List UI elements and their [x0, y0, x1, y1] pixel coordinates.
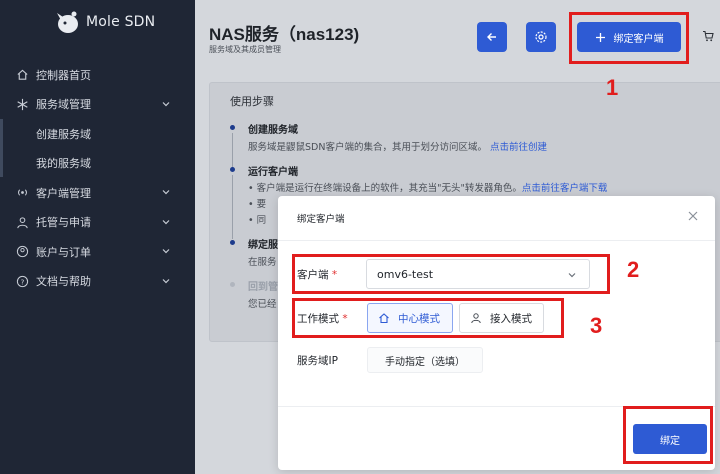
sidebar-item-label: 控制器首页 — [36, 68, 91, 82]
step-desc-text: 服务域是鼹鼠SDN客户端的集合，其用于划分访问区域。 — [248, 142, 487, 153]
chevron-down-icon — [162, 278, 170, 283]
step-desc: 服务域是鼹鼠SDN客户端的集合，其用于划分访问区域。 点击前往创建 — [248, 139, 607, 153]
sidebar-item-label: 托管与申请 — [36, 216, 91, 230]
ip-label: 服务域IP — [297, 355, 338, 367]
snowflake-icon — [17, 98, 28, 110]
annotation-box-1 — [569, 12, 689, 64]
step-item: 创建服务域 服务域是鼹鼠SDN客户端的集合，其用于划分访问区域。 点击前往创建 — [230, 121, 607, 169]
step-desc-text: 客户端是运行在终端设备上的软件，其充当"无头"转发器角色。 — [256, 183, 522, 194]
sidebar-item-label: 账户与订单 — [36, 245, 91, 259]
back-button[interactable] — [477, 22, 507, 52]
chevron-down-icon — [162, 219, 170, 224]
usage-title: 使用步骤 — [230, 95, 274, 108]
sidebar-item-create-domain[interactable]: 创建服务域 — [0, 119, 195, 149]
question-icon: ? — [16, 275, 29, 287]
close-icon[interactable] — [687, 210, 699, 222]
step-dot — [230, 240, 235, 245]
annotation-number-2: 2 — [627, 257, 640, 282]
chevron-down-icon — [162, 190, 170, 195]
step-dot — [230, 167, 235, 172]
sidebar-item-label: 客户端管理 — [36, 186, 91, 200]
sidebar-item-domain-management[interactable]: 服务域管理 — [0, 90, 195, 120]
chevron-down-icon — [162, 249, 170, 254]
step-title: 创建服务域 — [248, 125, 298, 136]
step-dot — [230, 125, 235, 130]
sidebar-nav: 控制器首页 服务域管理 创建服务域 我的服务域 客户端管理 托管与申请 账户与订… — [0, 60, 195, 296]
step-title: 运行客户端 — [248, 167, 298, 178]
mole-logo-icon — [57, 11, 78, 33]
app-name: Mole SDN — [86, 14, 156, 30]
bullet-text: 要 — [256, 199, 267, 210]
settings-button[interactable] — [526, 22, 556, 52]
logo[interactable]: Mole SDN — [54, 10, 155, 34]
sidebar-item-hosting[interactable]: 托管与申请 — [0, 208, 195, 238]
page-title: NAS服务（nas123) — [209, 25, 360, 44]
sidebar-item-label: 我的服务域 — [36, 157, 91, 171]
page-subtitle: 服务域及其成员管理 — [209, 45, 281, 54]
annotation-number-1: 1 — [606, 75, 619, 100]
sidebar-item-home[interactable]: 控制器首页 — [0, 60, 195, 90]
svg-text:?: ? — [21, 277, 25, 286]
sidebar-item-label: 创建服务域 — [36, 127, 91, 141]
dialog-divider — [278, 240, 715, 241]
step-line — [232, 175, 233, 239]
cart-icon[interactable] — [702, 30, 714, 42]
home-icon — [17, 69, 28, 80]
sidebar: Mole SDN 控制器首页 服务域管理 创建服务域 我的服务域 客户端管理 托… — [0, 0, 195, 474]
create-domain-link[interactable]: 点击前往创建 — [490, 142, 547, 153]
download-client-link[interactable]: 点击前往客户端下载 — [522, 183, 608, 194]
account-icon — [16, 246, 29, 258]
annotation-number-3: 3 — [590, 313, 603, 338]
sidebar-item-account[interactable]: 账户与订单 — [0, 237, 195, 267]
annotation-box-3 — [292, 298, 564, 338]
bullet-text: 同 — [256, 215, 267, 226]
annotation-box-2 — [292, 254, 610, 294]
manual-ip-button[interactable]: 手动指定（选填） — [367, 347, 483, 373]
sidebar-item-docs[interactable]: ? 文档与帮助 — [0, 267, 195, 297]
broadcast-icon — [18, 189, 27, 196]
step-desc: • 客户端是运行在终端设备上的软件，其充当"无头"转发器角色。点击前往客户端下载 — [248, 183, 608, 194]
step-dot — [230, 282, 235, 287]
annotation-box-4 — [623, 406, 713, 464]
arrow-left-icon — [487, 33, 496, 41]
user-tie-icon — [17, 217, 28, 228]
chevron-down-icon — [162, 101, 170, 106]
sidebar-subgroup: 创建服务域 我的服务域 — [0, 119, 195, 178]
sidebar-item-label: 服务域管理 — [36, 98, 91, 112]
sidebar-item-my-domains[interactable]: 我的服务域 — [0, 149, 195, 179]
gear-icon — [535, 31, 547, 43]
sidebar-item-client-management[interactable]: 客户端管理 — [0, 178, 195, 208]
dialog-title: 绑定客户端 — [297, 214, 345, 225]
sidebar-item-label: 文档与帮助 — [36, 275, 91, 289]
